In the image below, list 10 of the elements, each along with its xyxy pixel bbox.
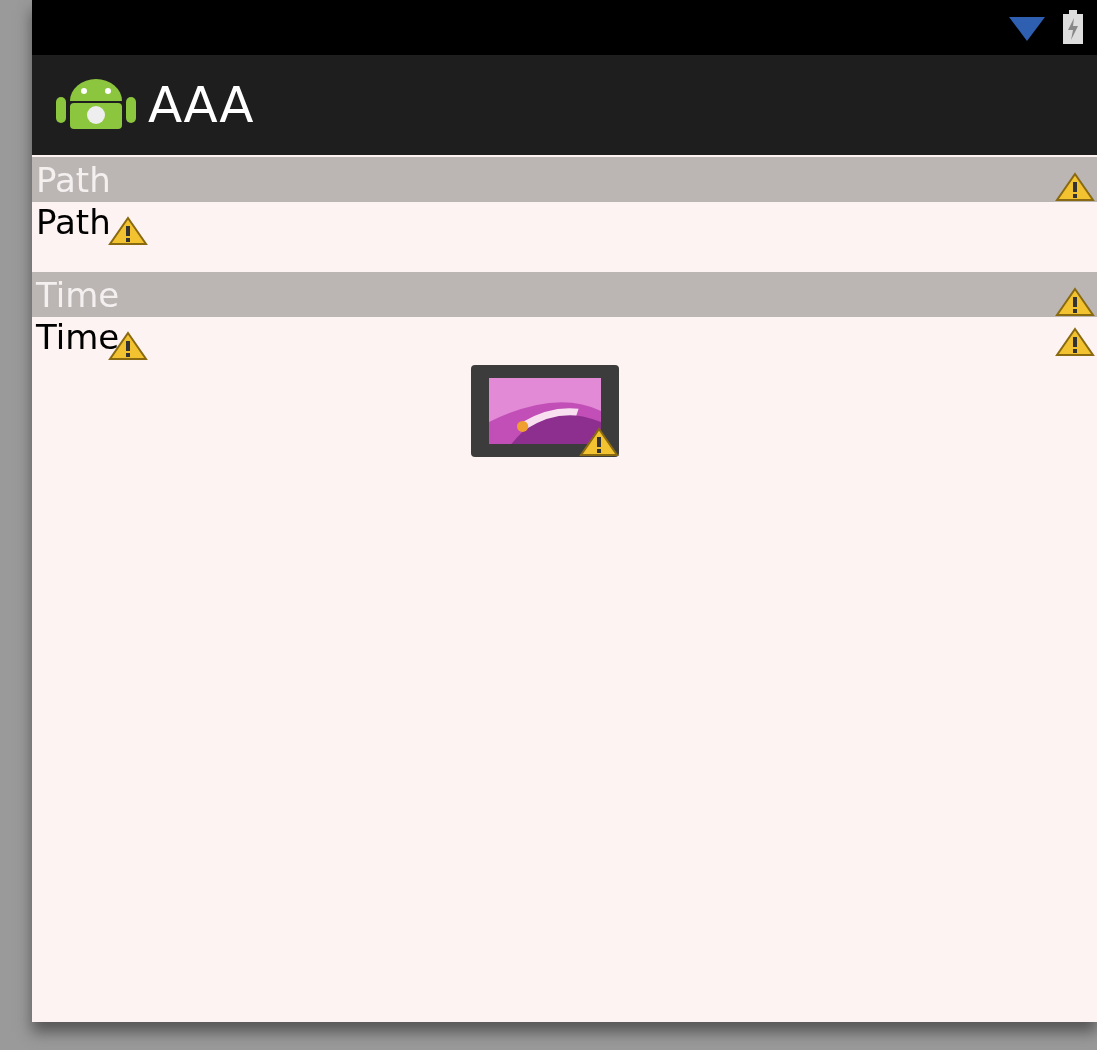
warning-icon [1055,327,1095,357]
warning-icon [108,216,148,246]
battery-icon [1061,9,1085,46]
value-text: Time [36,317,120,357]
app-title: AAA [148,76,254,134]
value-text: Path [36,202,111,242]
warning-icon [1055,287,1095,317]
section-title: Time [36,274,120,315]
warning-icon [1055,172,1095,202]
section-title: Path [36,159,111,200]
